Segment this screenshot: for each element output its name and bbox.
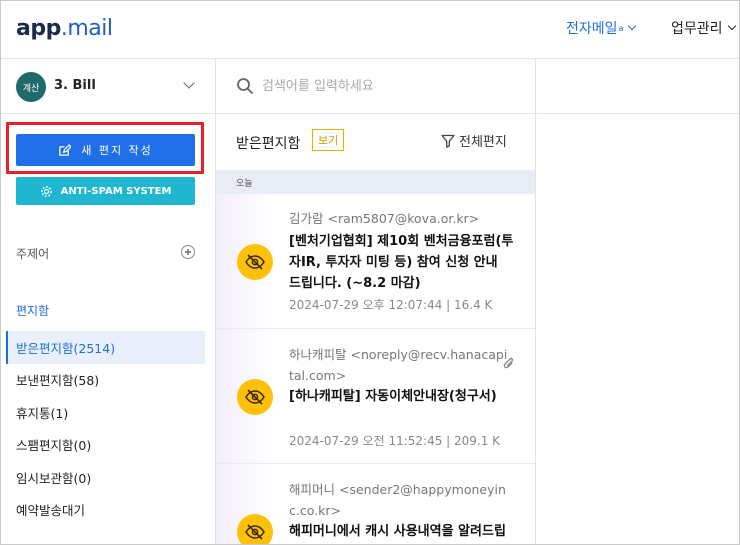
filter-icon	[441, 134, 455, 148]
chevron-down-icon	[727, 21, 736, 31]
compose-label: 새 편지 작성	[81, 144, 153, 157]
chevron-down-icon[interactable]	[183, 77, 195, 89]
mail-subject[interactable]: [하나캐피탈] 자동이체안내장(청구서)	[289, 386, 514, 407]
logo-text-mail: .mail	[60, 16, 113, 41]
eye-off-icon[interactable]	[237, 244, 273, 280]
filter-label: 전체편지	[459, 135, 507, 150]
filter-button[interactable]: 전체편지	[441, 131, 507, 150]
compose-button[interactable]: 새 편지 작성	[16, 134, 195, 166]
date-section-today: 오늘	[216, 170, 535, 194]
edit-icon	[59, 143, 72, 156]
mail-sender: 김가람 <ram5807@kova.or.kr>	[289, 211, 480, 226]
mail-meta: 2024-07-29 오전 11:52:45 | 209.1 K	[289, 434, 501, 448]
add-circle-icon[interactable]	[181, 245, 195, 259]
reading-pane-header	[537, 59, 739, 114]
folder-item-scheduled[interactable]: 예약발송대기	[6, 494, 205, 527]
anti-spam-button[interactable]: ANTI-SPAM SYSTEM	[16, 177, 195, 205]
eye-off-icon[interactable]	[237, 379, 273, 415]
nav-email-label: 전자메일	[566, 21, 618, 37]
nav-work-menu[interactable]: 업무관리	[671, 18, 736, 38]
view-badge[interactable]: 보기	[312, 129, 345, 151]
nav-email-sup: a	[618, 23, 624, 33]
mail-list-panel: 받은편지함 보기 전체편지 오늘 김가람 <ram5807@kova.or.kr…	[216, 59, 536, 544]
mail-sender: 하나캐피탈 <noreply@recv.hanacapital.com>	[289, 347, 508, 383]
search-input[interactable]	[262, 75, 522, 97]
nav-email-menu[interactable]: 전자메일 a	[566, 18, 637, 38]
anti-spam-label: ANTI-SPAM SYSTEM	[60, 185, 172, 197]
mail-subject[interactable]: 해피머니에서 캐시 사용내역을 알려드립니다.	[289, 521, 514, 544]
folder-item-inbox[interactable]: 받은편지함(2514)	[6, 331, 205, 364]
account-switcher[interactable]: 계산 3. Bill	[1, 59, 215, 114]
folder-section-title[interactable]: 편지함	[16, 302, 49, 319]
avatar: 계산	[16, 72, 46, 102]
top-bar: app.mail 전자메일 a 업무관리	[1, 1, 739, 59]
gear-icon	[40, 185, 52, 197]
sidebar: 계산 3. Bill 새 편지 작성 ANTI-SPAM SYSTEM 주제어 …	[1, 59, 216, 544]
logo-text-app: app	[16, 16, 61, 41]
nav-work-label: 업무관리	[671, 21, 723, 37]
mail-meta: 2024-07-29 오후 12:07:44 | 16.4 K	[289, 298, 493, 312]
mail-list-item[interactable]: 해피머니 <sender2@happymoneyinc.co.kr> 해피머니에…	[216, 464, 535, 544]
search-bar	[216, 59, 535, 114]
mail-sender: 해피머니 <sender2@happymoneyinc.co.kr>	[289, 482, 506, 518]
mail-subject[interactable]: [벤처기업협회] 제10회 벤처금융포럼(투자IR, 투자자 미팅 등) 참여 …	[289, 231, 514, 294]
mail-list-item[interactable]: 김가람 <ram5807@kova.or.kr> [벤처기업협회] 제10회 벤…	[216, 194, 535, 329]
app-logo[interactable]: app.mail	[16, 16, 113, 41]
mail-list-item[interactable]: 하나캐피탈 <noreply@recv.hanacapital.com> [하나…	[216, 329, 535, 464]
search-icon[interactable]	[236, 77, 254, 95]
list-title: 받은편지함	[236, 136, 301, 152]
folder-item-sent[interactable]: 보낸편지함(58)	[6, 364, 205, 397]
app-window: app.mail 전자메일 a 업무관리 계산 3. Bill 새 편지 작성 A…	[0, 0, 740, 545]
folder-item-trash[interactable]: 휴지통(1)	[6, 396, 205, 429]
folder-list: 받은편지함(2514) 보낸편지함(58) 휴지통(1) 스팸편지함(0) 임시…	[6, 331, 205, 526]
chevron-down-icon	[628, 21, 637, 31]
folder-item-drafts[interactable]: 임시보관함(0)	[6, 461, 205, 494]
eye-off-icon[interactable]	[237, 514, 273, 544]
subject-tags-label: 주제어	[16, 247, 50, 261]
account-name: 3. Bill	[54, 78, 96, 93]
folder-item-spam[interactable]: 스팸편지함(0)	[6, 429, 205, 462]
reading-pane	[537, 59, 739, 544]
